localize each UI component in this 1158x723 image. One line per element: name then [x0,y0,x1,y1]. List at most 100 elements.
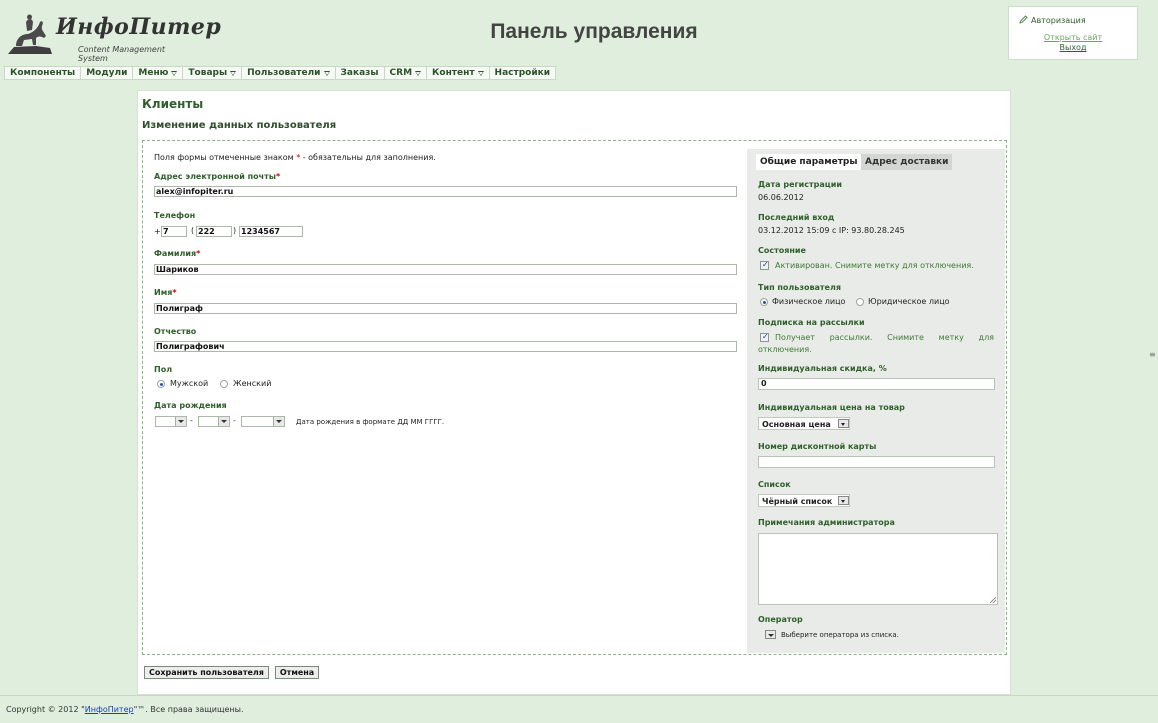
required-note: Поля формы отмеченные знаком * - обязате… [154,153,436,162]
gender-male-label: Мужской [170,379,209,388]
card-number-field[interactable] [758,456,995,468]
menu-item-label: Настройки [494,68,551,78]
phone-number-field[interactable]: 1234567 [239,226,303,237]
tab-general-params[interactable]: Общие параметры [756,154,862,170]
firstname-label-text: Имя [154,288,173,297]
open-site-link[interactable]: Открыть сайт [1009,33,1137,42]
status-text: Активирован. Снимите метку для отключени… [775,261,974,270]
header: ИнфоПитер Content Management System Пане… [0,0,1158,66]
required-mark: * [275,172,281,181]
form-actions: Сохранить пользователя Отмена [144,666,320,679]
content-panel: Клиенты Изменение данных пользователя По… [137,90,1011,695]
date-separator: - [233,416,236,425]
section-title: Клиенты [142,97,204,111]
required-mark: * [172,288,177,297]
list-select[interactable]: Чёрный список [758,494,850,507]
birth-day-select[interactable] [155,416,187,427]
copyright-suffix: "™. Все права защищены. [133,705,244,714]
copyright: Copyright © 2012 "ИнфоПитер"™. Все права… [6,705,244,714]
birth-month-select[interactable] [198,416,230,427]
lastname-field[interactable]: Шариков [154,264,737,275]
status-checkbox[interactable] [760,260,769,270]
discount-label: Индивидуальная скидка, % [758,364,887,373]
dropdown-arrow-icon [477,70,484,76]
footer: Copyright © 2012 "ИнфоПитер"™. Все права… [0,695,1158,723]
phone-open-paren: ( [191,226,195,235]
menu-item-label: Модули [86,68,128,78]
price-select[interactable]: Основная цена [758,417,850,430]
user-type-label: Тип пользователя [758,283,841,292]
user-type-legal-radio[interactable] [856,298,864,306]
user-type-individual-radio[interactable] [760,298,768,306]
dropdown-arrow-icon [273,417,284,426]
menu-item-label: Контент [432,68,475,78]
date-separator: - [190,416,193,425]
dropdown-arrow-icon [230,70,237,76]
admin-notes-textarea[interactable] [758,533,998,605]
menu-item-modules[interactable]: Модули [81,67,134,79]
menu-item-products[interactable]: Товары [183,67,243,79]
copyright-prefix: Copyright © 2012 " [6,705,85,714]
phone-label: Телефон [154,211,196,220]
lastname-label-text: Фамилия [154,249,197,258]
required-mark: * [196,249,201,258]
gender-label: Пол [154,365,173,374]
menu-item-label: Товары [188,68,228,78]
brand-link[interactable]: ИнфоПитер [85,705,134,714]
gender-female-radio[interactable] [220,380,228,388]
menu-item-orders[interactable]: Заказы [336,67,385,79]
required-note-prefix: Поля формы отмеченные знаком [154,153,294,162]
admin-notes-label: Примечания администратора [758,518,895,527]
email-field[interactable]: alex@infopiter.ru [154,186,737,197]
menu-item-label: Меню [138,68,169,78]
save-user-button[interactable]: Сохранить пользователя [144,666,269,679]
reg-date-label: Дата регистрации [758,180,842,189]
firstname-field[interactable]: Полиграф [154,303,737,314]
menu-item-content[interactable]: Контент [427,67,490,79]
cancel-button[interactable]: Отмена [274,666,320,679]
reg-date-value: 06.06.2012 [758,193,804,202]
price-select-value: Основная цена [762,420,831,429]
user-type-legal-label: Юридическое лицо [868,297,950,306]
list-select-value: Чёрный список [762,497,833,506]
user-type-individual-label: Физическое лицо [772,297,846,306]
dropdown-arrow-icon [323,70,330,76]
discount-field[interactable]: 0 [758,378,995,390]
page-title: Панель управления [490,20,698,43]
dropdown-arrow-icon [838,496,849,505]
email-label-text: Адрес электронной почты [154,172,276,181]
newsletter-text-line1: Получает рассылки. Снимите метку для [775,333,994,342]
menu-item-menu[interactable]: Меню [133,67,184,79]
status-label: Состояние [758,246,806,255]
menu-item-users[interactable]: Пользователи [242,67,336,79]
operator-select[interactable] [763,630,776,641]
gender-male-radio[interactable] [157,380,165,388]
email-label: Адрес электронной почты* [154,172,280,181]
birth-year-select[interactable] [241,416,285,427]
birthdate-label: Дата рождения [154,401,227,410]
menu-item-settings[interactable]: Настройки [490,67,556,79]
logout-link[interactable]: Выход [1009,43,1137,52]
operator-hint: Выберите оператора из списка. [781,631,899,639]
tab-delivery-address[interactable]: Адрес доставки [861,154,953,170]
price-label: Индивидуальная цена на товар [758,403,905,412]
scrollbar-grip-icon[interactable]: ≡ [1149,350,1156,359]
auth-title-text: Авторизация [1031,16,1086,25]
middlename-field[interactable]: Полиграфович [154,341,737,352]
last-login-value: 03.12.2012 15:09 с IP: 93.80.28.245 [758,226,905,235]
newsletter-label: Подписка на рассылки [758,318,865,327]
card-label: Номер дисконтной карты [758,442,877,451]
required-mark: * [296,153,301,162]
phone-country-field[interactable]: 7 [161,226,187,237]
menu-item-crm[interactable]: CRM [385,67,428,79]
phone-code-field[interactable]: 222 [196,226,232,237]
middlename-label: Отчество [154,327,197,336]
menu-item-components[interactable]: Компоненты [5,67,82,79]
firstname-label: Имя* [154,288,177,297]
phone-plus: + [154,227,161,236]
menu-item-label: CRM [389,68,413,78]
newsletter-text-line2: отключения. [758,345,812,354]
newsletter-checkbox[interactable] [760,332,769,342]
auth-box: Авторизация Открыть сайт Выход [1008,6,1138,60]
logo-subtitle: Content Management System [78,45,166,63]
